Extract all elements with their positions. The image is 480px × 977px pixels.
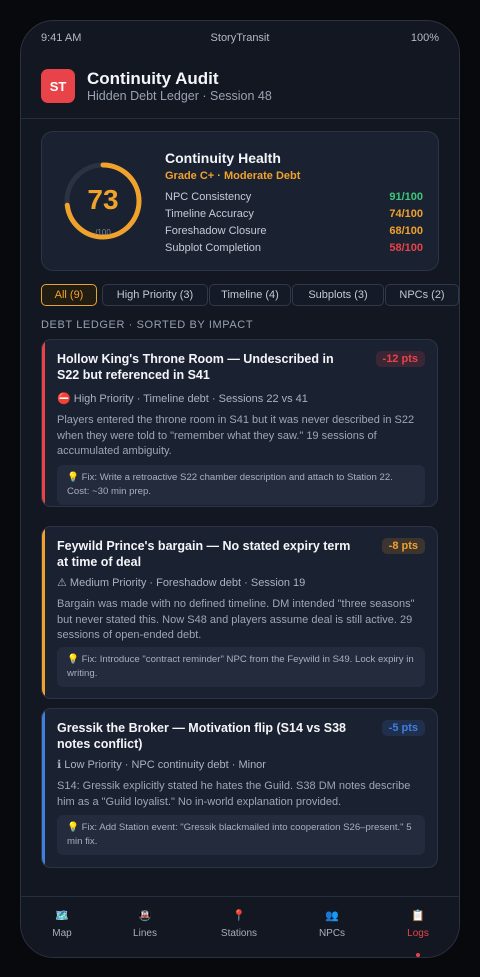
- status-battery: 100%: [410, 32, 439, 44]
- debt-points-badge: -12 pts: [375, 351, 425, 367]
- debt-title: Gressik the Broker — Motivation flip (S1…: [57, 721, 346, 751]
- section-label: DEBT LEDGER · SORTED BY IMPACT: [41, 319, 254, 331]
- debt-meta: ⚠ Medium Priority · Foreshadow debt · Se…: [57, 577, 306, 589]
- metric-label: Timeline Accuracy: [165, 208, 254, 220]
- bottom-nav: 🗺️ Map 🚇 Lines 📍 Stations 👥 NPCs 📋 Logs: [21, 896, 459, 957]
- app-logo: ST: [41, 69, 75, 103]
- status-app-name: StoryTransit: [210, 32, 270, 44]
- debt-card[interactable]: Feywild Prince's bargain — No stated exp…: [41, 526, 438, 699]
- debt-fix-suggestion: 💡 Fix: Introduce "contract reminder" NPC…: [57, 647, 425, 687]
- nav-lines[interactable]: 🚇 Lines: [110, 909, 180, 939]
- metric-value: 91/100: [389, 191, 423, 203]
- debt-title: Hollow King's Throne Room — Undescribed …: [57, 352, 334, 382]
- people-icon: 👥: [325, 910, 339, 922]
- card-accent-bar: [42, 340, 45, 506]
- card-accent-bar: [42, 527, 45, 698]
- tab-subplots[interactable]: Subplots (3): [292, 284, 384, 306]
- status-bar: 9:41 AM StoryTransit 100%: [21, 32, 459, 48]
- continuity-health-card: 73 /100 Continuity Health Grade C+ · Mod…: [41, 131, 439, 271]
- nav-npcs[interactable]: 👥 NPCs: [297, 909, 367, 939]
- nav-label: Lines: [133, 928, 157, 939]
- nav-logs[interactable]: 📋 Logs: [383, 909, 453, 957]
- nav-label: NPCs: [318, 928, 346, 939]
- metric-npc-consistency: NPC Consistency 91/100: [165, 191, 423, 203]
- page-title: Continuity Audit: [87, 69, 219, 88]
- debt-description: Bargain was made with no defined timelin…: [57, 598, 415, 641]
- debt-meta: ℹ Low Priority · NPC continuity debt · M…: [57, 759, 266, 771]
- debt-card[interactable]: Hollow King's Throne Room — Undescribed …: [41, 339, 438, 507]
- metric-label: NPC Consistency: [165, 191, 252, 203]
- debt-fix-suggestion: 💡 Fix: Write a retroactive S22 chamber d…: [57, 465, 425, 505]
- metric-value: 74/100: [389, 208, 423, 220]
- nav-map[interactable]: 🗺️ Map: [27, 909, 97, 939]
- debt-points-badge: -8 pts: [381, 538, 425, 554]
- metro-icon: 🚇: [138, 910, 152, 922]
- metric-value: 68/100: [389, 225, 423, 237]
- debt-description: Players entered the throne room in S41 b…: [57, 414, 415, 457]
- nav-label: Stations: [220, 928, 258, 939]
- debt-description: S14: Gressik explicitly stated he hates …: [57, 780, 411, 808]
- header-divider: [21, 118, 459, 119]
- metric-value: 58/100: [389, 242, 423, 254]
- nav-label: Map: [52, 928, 72, 939]
- pin-icon: 📍: [232, 910, 246, 922]
- health-title: Continuity Health: [165, 150, 281, 166]
- metric-label: Foreshadow Closure: [165, 225, 267, 237]
- clipboard-icon: 📋: [411, 910, 425, 922]
- debt-points-badge: -5 pts: [381, 720, 425, 736]
- tab-all[interactable]: All (9): [41, 284, 97, 306]
- nav-label: Logs: [407, 928, 429, 939]
- filter-tabs: All (9) High Priority (3) Timeline (4) S…: [41, 284, 459, 308]
- active-indicator-dot: [416, 953, 420, 957]
- page-header: ST Continuity Audit Hidden Debt Ledger ·…: [41, 69, 439, 105]
- nav-stations[interactable]: 📍 Stations: [204, 909, 274, 939]
- health-grade: Grade C+ · Moderate Debt: [165, 170, 301, 182]
- tab-high-priority[interactable]: High Priority (3): [102, 284, 208, 306]
- metric-foreshadow-closure: Foreshadow Closure 68/100: [165, 225, 423, 237]
- metric-timeline-accuracy: Timeline Accuracy 74/100: [165, 208, 423, 220]
- debt-meta: ⛔ High Priority · Timeline debt · Sessio…: [57, 393, 308, 405]
- card-accent-bar: [42, 709, 45, 867]
- debt-title: Feywild Prince's bargain — No stated exp…: [57, 539, 351, 569]
- map-icon: 🗺️: [55, 910, 69, 922]
- metric-subplot-completion: Subplot Completion 58/100: [165, 242, 423, 254]
- page-subtitle: Hidden Debt Ledger · Session 48: [87, 89, 272, 103]
- metric-label: Subplot Completion: [165, 242, 262, 254]
- tab-npcs[interactable]: NPCs (2): [385, 284, 459, 306]
- tab-timeline[interactable]: Timeline (4): [209, 284, 291, 306]
- debt-card[interactable]: Gressik the Broker — Motivation flip (S1…: [41, 708, 438, 868]
- debt-fix-suggestion: 💡 Fix: Add Station event: "Gressik black…: [57, 815, 425, 855]
- phone-frame: 9:41 AM StoryTransit 100% ST Continuity …: [20, 20, 460, 958]
- health-score-max: /100: [95, 228, 111, 237]
- health-score: 73: [87, 184, 119, 215]
